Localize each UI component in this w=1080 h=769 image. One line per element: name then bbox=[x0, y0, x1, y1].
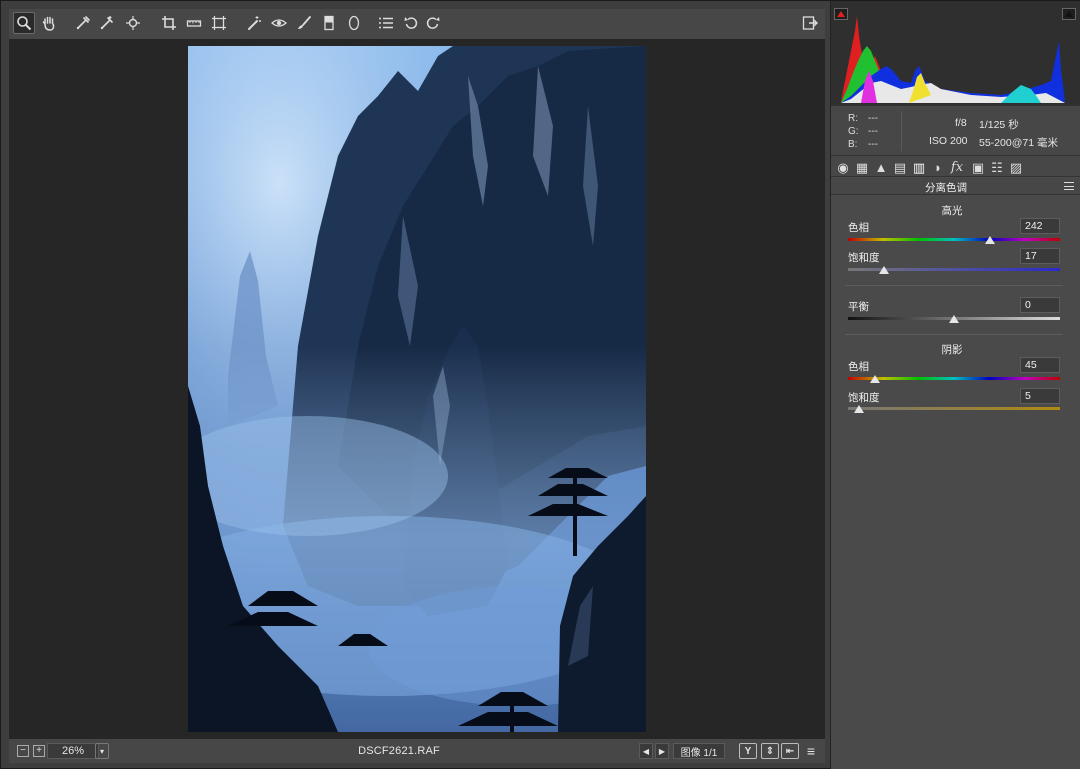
export-icon[interactable] bbox=[799, 12, 821, 34]
r-readout: R: --- bbox=[848, 113, 888, 124]
shadows-title: 阴影 bbox=[941, 344, 963, 356]
color-sampler-tool-icon[interactable] bbox=[96, 12, 118, 34]
view-settings-icon[interactable]: ≡ bbox=[803, 743, 819, 759]
rotate-right-icon[interactable] bbox=[422, 12, 444, 34]
highlights-saturation-label: 饱和度 bbox=[848, 252, 880, 264]
white-balance-tool-icon[interactable] bbox=[72, 12, 94, 34]
highlights-hue-label: 色相 bbox=[848, 222, 869, 234]
highlight-clipping-icon bbox=[1065, 11, 1073, 17]
g-label: G: bbox=[848, 126, 859, 137]
radial-filter-tool-icon[interactable] bbox=[343, 12, 365, 34]
tab-effects-icon[interactable]: fx bbox=[949, 159, 965, 175]
shadows-saturation-slider-thumb[interactable] bbox=[853, 405, 864, 413]
status-bar: − + 26% ▾ DSCF2621.RAF ◀ ▶ 图像 1/1 Y ⇕ ⇤ … bbox=[9, 739, 825, 763]
next-image-button[interactable]: ▶ bbox=[655, 743, 669, 759]
targeted-adjustment-tool-icon[interactable] bbox=[122, 12, 144, 34]
shadows-hue-track[interactable] bbox=[848, 377, 1060, 380]
tab-lens-corrections-icon[interactable]: ◗ bbox=[930, 159, 946, 175]
balance-input[interactable]: 0 bbox=[1020, 297, 1060, 313]
b-label: B: bbox=[848, 139, 858, 150]
zoom-out-button[interactable]: − bbox=[17, 745, 29, 757]
tab-presets-icon[interactable]: ☷ bbox=[989, 159, 1005, 175]
b-value: --- bbox=[868, 139, 878, 150]
tab-split-toning-icon[interactable]: ▥ bbox=[911, 159, 927, 175]
iso-value: ISO 200 bbox=[929, 135, 968, 147]
tab-detail-icon[interactable]: ▲ bbox=[873, 159, 889, 175]
highlights-hue-track[interactable] bbox=[848, 238, 1060, 241]
highlights-hue-input[interactable]: 242 bbox=[1020, 218, 1060, 234]
adjustments-panel: R: --- G: --- B: --- f/8 1/125 秒 ISO 200 55… bbox=[830, 1, 1080, 769]
shadows-saturation-track[interactable] bbox=[848, 407, 1060, 410]
section-divider bbox=[845, 334, 1063, 335]
panel-menu-icon[interactable] bbox=[1064, 182, 1074, 190]
swap-settings-icon[interactable]: ⇕ bbox=[761, 743, 779, 759]
crop-tool-icon[interactable] bbox=[158, 12, 180, 34]
highlights-saturation-slider-thumb[interactable] bbox=[879, 266, 890, 274]
histogram-graph bbox=[841, 16, 1065, 103]
image-canvas[interactable] bbox=[9, 39, 825, 739]
highlights-hue-slider-thumb[interactable] bbox=[985, 236, 996, 244]
before-after-view-button[interactable]: Y bbox=[739, 743, 757, 759]
prev-image-button[interactable]: ◀ bbox=[639, 743, 653, 759]
adjustment-brush-tool-icon[interactable] bbox=[293, 12, 315, 34]
zoom-level-field[interactable]: 26% bbox=[47, 743, 99, 759]
b-readout: B: --- bbox=[848, 139, 888, 150]
panel-tab-bar: ◉ ▦ ▲ ▤ ▥ ◗ fx ▣ ☷ ▨ bbox=[831, 155, 1080, 177]
g-readout: G: --- bbox=[848, 126, 888, 137]
red-eye-tool-icon[interactable] bbox=[268, 12, 290, 34]
spot-removal-tool-icon[interactable] bbox=[243, 12, 265, 34]
r-label: R: bbox=[848, 113, 858, 124]
shadows-saturation-label: 饱和度 bbox=[848, 392, 880, 404]
zoom-dropdown-button[interactable]: ▾ bbox=[95, 743, 109, 759]
panel-header: 分离色调 bbox=[831, 178, 1080, 195]
photo-preview[interactable] bbox=[188, 46, 646, 732]
highlights-saturation-input[interactable]: 17 bbox=[1020, 248, 1060, 264]
rotate-left-icon[interactable] bbox=[400, 12, 422, 34]
balance-slider-thumb[interactable] bbox=[949, 315, 959, 323]
balance-label: 平衡 bbox=[848, 301, 869, 313]
shadows-hue-input[interactable]: 45 bbox=[1020, 357, 1060, 373]
highlights-title: 高光 bbox=[941, 205, 963, 217]
histogram bbox=[831, 1, 1080, 105]
panel-title: 分离色调 bbox=[925, 182, 967, 194]
preferences-tool-icon[interactable] bbox=[375, 12, 397, 34]
shadows-hue-slider-thumb[interactable] bbox=[869, 375, 880, 383]
r-value: --- bbox=[868, 113, 878, 124]
shadows-saturation-input[interactable]: 5 bbox=[1020, 388, 1060, 404]
aperture-value: f/8 bbox=[955, 117, 967, 129]
tab-tone-curve-icon[interactable]: ▦ bbox=[854, 159, 870, 175]
graduated-filter-tool-icon[interactable] bbox=[318, 12, 340, 34]
toolbar bbox=[9, 9, 825, 39]
transform-tool-icon[interactable] bbox=[208, 12, 230, 34]
mountain-photo-image bbox=[188, 46, 646, 732]
filename-label: DSCF2621.RAF bbox=[358, 745, 440, 757]
zoom-tool-icon[interactable] bbox=[13, 12, 35, 34]
tab-snapshots-icon[interactable]: ▨ bbox=[1008, 159, 1024, 175]
shutter-value: 1/125 秒 bbox=[979, 119, 1019, 131]
camera-raw-window: − + 26% ▾ DSCF2621.RAF ◀ ▶ 图像 1/1 Y ⇕ ⇤ … bbox=[0, 0, 1080, 769]
tab-camera-calibration-icon[interactable]: ▣ bbox=[970, 159, 986, 175]
copy-settings-icon[interactable]: ⇤ bbox=[781, 743, 799, 759]
hand-tool-icon[interactable] bbox=[38, 12, 60, 34]
shadows-hue-label: 色相 bbox=[848, 361, 869, 373]
info-divider bbox=[901, 111, 902, 151]
tab-basic-icon[interactable]: ◉ bbox=[835, 159, 851, 175]
g-value: --- bbox=[868, 126, 878, 137]
camera-info: R: --- G: --- B: --- f/8 1/125 秒 ISO 200 55… bbox=[831, 105, 1080, 155]
zoom-in-button[interactable]: + bbox=[33, 745, 45, 757]
straighten-tool-icon[interactable] bbox=[183, 12, 205, 34]
lens-value: 55-200@71 毫米 bbox=[979, 137, 1058, 149]
image-count-label: 图像 1/1 bbox=[673, 743, 725, 759]
section-divider bbox=[845, 285, 1063, 286]
tab-hsl-icon[interactable]: ▤ bbox=[892, 159, 908, 175]
